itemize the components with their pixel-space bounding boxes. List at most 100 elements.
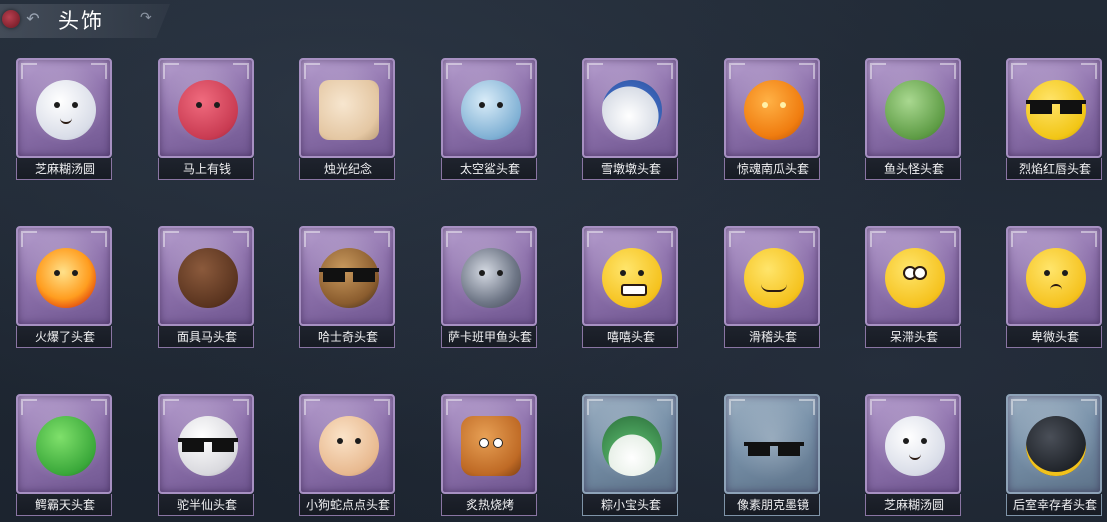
zongzi-head-icon xyxy=(602,416,662,476)
item-card-fish-monster[interactable]: 鱼头怪头套 xyxy=(865,58,961,181)
item-card-tangyuan[interactable]: 芝麻糊汤圆 xyxy=(16,58,112,181)
eyes xyxy=(903,438,927,446)
space-shark-head-icon xyxy=(461,80,521,140)
corner-ornament xyxy=(799,63,815,79)
label-bar: 烛光纪念 xyxy=(299,158,395,180)
eye xyxy=(1062,270,1068,276)
corner-ornament xyxy=(587,231,603,247)
corner-ornament xyxy=(729,63,745,79)
funny-emoji-head-icon xyxy=(744,248,804,308)
item-card-humble[interactable]: 卑微头套 xyxy=(1006,226,1102,349)
item-label: 哈士奇头套 xyxy=(317,330,378,344)
eyes xyxy=(903,266,927,280)
mouth xyxy=(909,452,921,460)
item-label: 太空鲨头套 xyxy=(459,162,520,176)
item-card-horse-money[interactable]: 马上有钱 xyxy=(158,58,254,181)
corner-ornament xyxy=(374,63,390,79)
item-card-tangyuan-2[interactable]: 芝麻糊汤圆 xyxy=(865,394,961,517)
corner-ornament xyxy=(870,63,886,79)
corner-ornament xyxy=(374,231,390,247)
eye xyxy=(196,102,202,108)
sacabambaspis-head-icon xyxy=(461,248,521,308)
card-frame xyxy=(158,394,254,494)
item-card-candle[interactable]: 烛光纪念 xyxy=(299,58,395,181)
item-card-fire[interactable]: 火爆了头套 xyxy=(16,226,112,349)
label-bar: 马上有钱 xyxy=(158,158,254,180)
sunglasses-icon xyxy=(178,438,238,452)
corner-ornament xyxy=(940,231,956,247)
mouth xyxy=(60,116,72,124)
eye xyxy=(72,270,78,276)
item-card-horse-mask[interactable]: 面具马头套 xyxy=(158,226,254,349)
item-card-funny[interactable]: 滑稽头套 xyxy=(724,226,820,349)
label-bar: 火爆了头套 xyxy=(16,326,112,348)
item-card-puppy-snake[interactable]: 小狗蛇点点头套 xyxy=(299,394,395,517)
label-bar: 烈焰红唇头套 xyxy=(1006,158,1102,180)
eye xyxy=(638,270,644,276)
sunglasses-icon xyxy=(1026,100,1086,114)
item-label: 卑微头套 xyxy=(1030,330,1079,344)
eyes xyxy=(337,438,361,446)
item-card-dazed[interactable]: 呆滞头套 xyxy=(865,226,961,349)
eye xyxy=(479,438,489,448)
corner-ornament xyxy=(1081,63,1097,79)
item-label: 马上有钱 xyxy=(182,162,231,176)
corner-ornament xyxy=(1011,63,1027,79)
eyes xyxy=(762,102,786,110)
corner-ornament xyxy=(91,399,107,415)
item-label: 驼半仙头套 xyxy=(176,498,237,512)
item-label: 呆滞头套 xyxy=(889,330,938,344)
item-card-snowman[interactable]: 雪墩墩头套 xyxy=(582,58,678,181)
label-bar: 鳄霸天头套 xyxy=(16,494,112,516)
item-label: 惊魂南瓜头套 xyxy=(736,162,809,176)
sunglasses-icon xyxy=(744,442,804,456)
red-horse-head-icon xyxy=(178,80,238,140)
item-card-space-shark[interactable]: 太空鲨头套 xyxy=(441,58,537,181)
item-card-bbq[interactable]: 炙热烧烤 xyxy=(441,394,537,517)
corner-ornament xyxy=(233,399,249,415)
item-card-husky[interactable]: 哈士奇头套 xyxy=(299,226,395,349)
item-label: 烛光纪念 xyxy=(323,162,372,176)
mouth xyxy=(761,284,787,292)
corner-ornament xyxy=(21,399,37,415)
corner-ornament xyxy=(587,399,603,415)
item-card-pixel-glasses[interactable]: 像素朋克墨镜 xyxy=(724,394,820,517)
card-frame xyxy=(724,58,820,158)
item-label: 小狗蛇点点头套 xyxy=(305,498,390,512)
card-frame xyxy=(865,394,961,494)
corner-ornament xyxy=(1081,399,1097,415)
corner-ornament xyxy=(940,63,956,79)
item-card-sacabambaspis[interactable]: 萨卡班甲鱼头套 xyxy=(441,226,537,349)
corner-ornament xyxy=(729,231,745,247)
eye xyxy=(903,438,909,444)
card-frame xyxy=(582,394,678,494)
corner-ornament xyxy=(870,231,886,247)
corner-ornament xyxy=(21,63,37,79)
card-frame xyxy=(865,226,961,326)
eye xyxy=(913,266,927,280)
item-card-backrooms[interactable]: 后室幸存者头套 xyxy=(1006,394,1102,517)
corner-ornament xyxy=(657,399,673,415)
item-card-camel-sage[interactable]: 驼半仙头套 xyxy=(158,394,254,517)
corner-ornament xyxy=(587,63,603,79)
corner-ornament xyxy=(940,399,956,415)
corner-ornament xyxy=(163,231,179,247)
card-frame xyxy=(441,226,537,326)
mouth xyxy=(1050,284,1062,292)
item-card-pumpkin[interactable]: 惊魂南瓜头套 xyxy=(724,58,820,181)
item-label: 像素朋克墨镜 xyxy=(736,498,809,512)
snowman-head-icon xyxy=(602,80,662,140)
corner-ornament xyxy=(163,63,179,79)
fire-head-icon xyxy=(36,248,96,308)
item-card-crocodile[interactable]: 鳄霸天头套 xyxy=(16,394,112,517)
sunglasses-icon xyxy=(319,268,379,282)
corner-ornament xyxy=(446,231,462,247)
item-card-red-lips[interactable]: 烈焰红唇头套 xyxy=(1006,58,1102,181)
item-label: 嘻嘻头套 xyxy=(606,330,655,344)
item-label: 鱼头怪头套 xyxy=(883,162,944,176)
item-card-zongzi[interactable]: 粽小宝头套 xyxy=(582,394,678,517)
item-card-grin[interactable]: 嘻嘻头套 xyxy=(582,226,678,349)
eye xyxy=(497,270,503,276)
tangyuan-head-icon xyxy=(885,416,945,476)
corner-ornament xyxy=(233,231,249,247)
